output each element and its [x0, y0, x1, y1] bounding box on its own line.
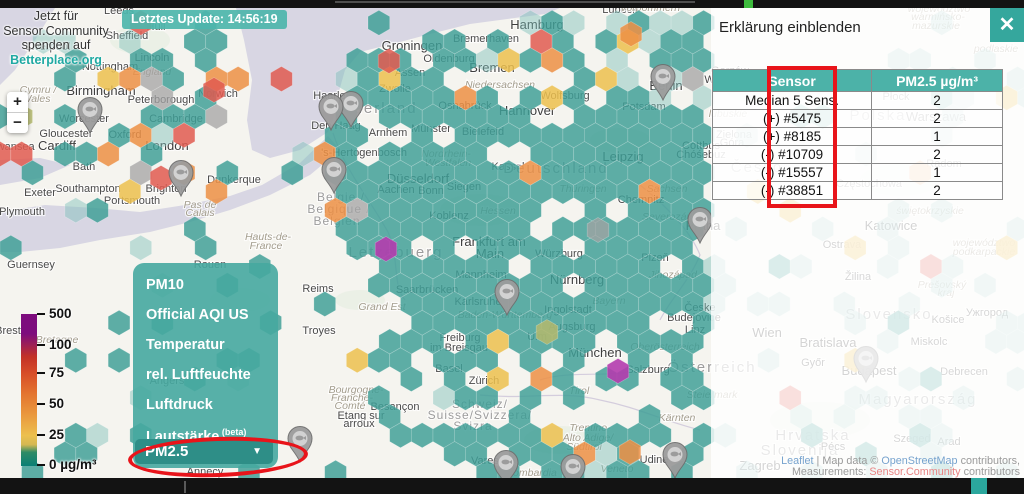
- table-row: (+) #81851: [713, 128, 1003, 146]
- table-row: (-) #155571: [713, 164, 1003, 182]
- map-label: Calais: [185, 207, 215, 219]
- betterplace-link[interactable]: Betterplace.org: [0, 53, 112, 68]
- table-row: Median 5 Sens.2: [713, 92, 1003, 110]
- panel-title: Erklärung einblenden: [719, 19, 861, 36]
- table-row: (+) #54752: [713, 110, 1003, 128]
- layer-item-pm10[interactable]: PM10: [146, 277, 278, 293]
- close-icon[interactable]: ✕: [990, 8, 1024, 42]
- bottom-bar-tick: [184, 481, 186, 493]
- donation-line: spenden auf: [0, 38, 112, 53]
- donation-line: Sensor.Community: [0, 24, 112, 39]
- map-label: Brest: [0, 325, 21, 337]
- value-column-header: PM2.5 µg/m³: [872, 70, 1003, 92]
- layer-item-temperatur[interactable]: Temperatur: [146, 337, 278, 353]
- top-bar-line: [335, 1, 695, 3]
- layer-item-official-aqi-us[interactable]: Official AQI US: [146, 307, 278, 323]
- scale-tick-label: 0 µg/m³: [49, 457, 97, 472]
- table-cell: 2: [872, 92, 1003, 110]
- scale-tick: [37, 313, 45, 315]
- bottom-bar: [0, 478, 1024, 494]
- map-label: Arnhem: [369, 127, 408, 139]
- map-label: Exeter: [24, 187, 56, 199]
- layer-menu-items: PM10 Official AQI US Temperatur rel. Luftfe…: [133, 263, 278, 445]
- color-scale-legend: 5001007550250 µg/m³: [21, 314, 131, 474]
- scale-tick: [37, 464, 45, 466]
- map-label: Southampton: [55, 183, 120, 195]
- donation-line: Jetzt für: [0, 9, 112, 24]
- layer-item-luftdruck[interactable]: Luftdruck: [146, 397, 278, 413]
- annotation-red-rectangle: [767, 66, 837, 208]
- bottom-bar-teal-square: [971, 478, 987, 494]
- table-row: (-) #388512: [713, 182, 1003, 200]
- scale-tick-label: 75: [49, 365, 64, 380]
- last-update-badge: Letztes Update: 14:56:19: [122, 10, 287, 29]
- donation-note: Jetzt für Sensor.Community spenden auf B…: [0, 9, 112, 67]
- table-cell: 2: [872, 146, 1003, 164]
- scale-tick-label: 50: [49, 396, 64, 411]
- map-label: Plymouth: [0, 206, 45, 218]
- map-label: Grand Est: [358, 301, 406, 313]
- zoom-in-button[interactable]: +: [7, 92, 28, 113]
- top-bar-green-square: [744, 0, 753, 8]
- scale-tick-label: 500: [49, 306, 72, 321]
- table-cell: 1: [872, 164, 1003, 182]
- color-scale-gradient: [21, 314, 37, 466]
- scale-tick: [37, 372, 45, 374]
- explanation-panel: Erklärung einblenden ✕ Sensor PM2.5 µg/m…: [711, 8, 1024, 478]
- scale-tick: [37, 344, 45, 346]
- sensor-community-link[interactable]: Sensor.Community: [869, 466, 960, 478]
- map-label: Guernsey: [7, 259, 55, 271]
- table-cell: 2: [872, 110, 1003, 128]
- map-label: Troyes: [302, 325, 336, 337]
- map-label: arroux: [343, 418, 375, 430]
- scale-tick-label: 100: [49, 337, 72, 352]
- map-attribution: Leaflet | Map data © OpenStreetMap contr…: [781, 456, 1020, 478]
- zoom-out-button[interactable]: −: [7, 113, 28, 133]
- zoom-control: + −: [7, 92, 28, 133]
- top-bar: [0, 0, 1024, 8]
- map-label: Kärnten: [659, 412, 696, 424]
- table-cell: 1: [872, 128, 1003, 146]
- layer-item-rel-luftfeuchte[interactable]: rel. Luftfeuchte: [146, 367, 278, 383]
- table-cell: 2: [872, 182, 1003, 200]
- map-label: Reims: [302, 283, 334, 295]
- scale-tick: [37, 434, 45, 436]
- scale-tick-label: 25: [49, 427, 64, 442]
- scale-tick: [37, 403, 45, 405]
- sensor-table: Sensor PM2.5 µg/m³ Median 5 Sens.2(+) #5…: [712, 69, 1003, 200]
- map-label: France: [250, 240, 283, 252]
- table-row: (-) #107092: [713, 146, 1003, 164]
